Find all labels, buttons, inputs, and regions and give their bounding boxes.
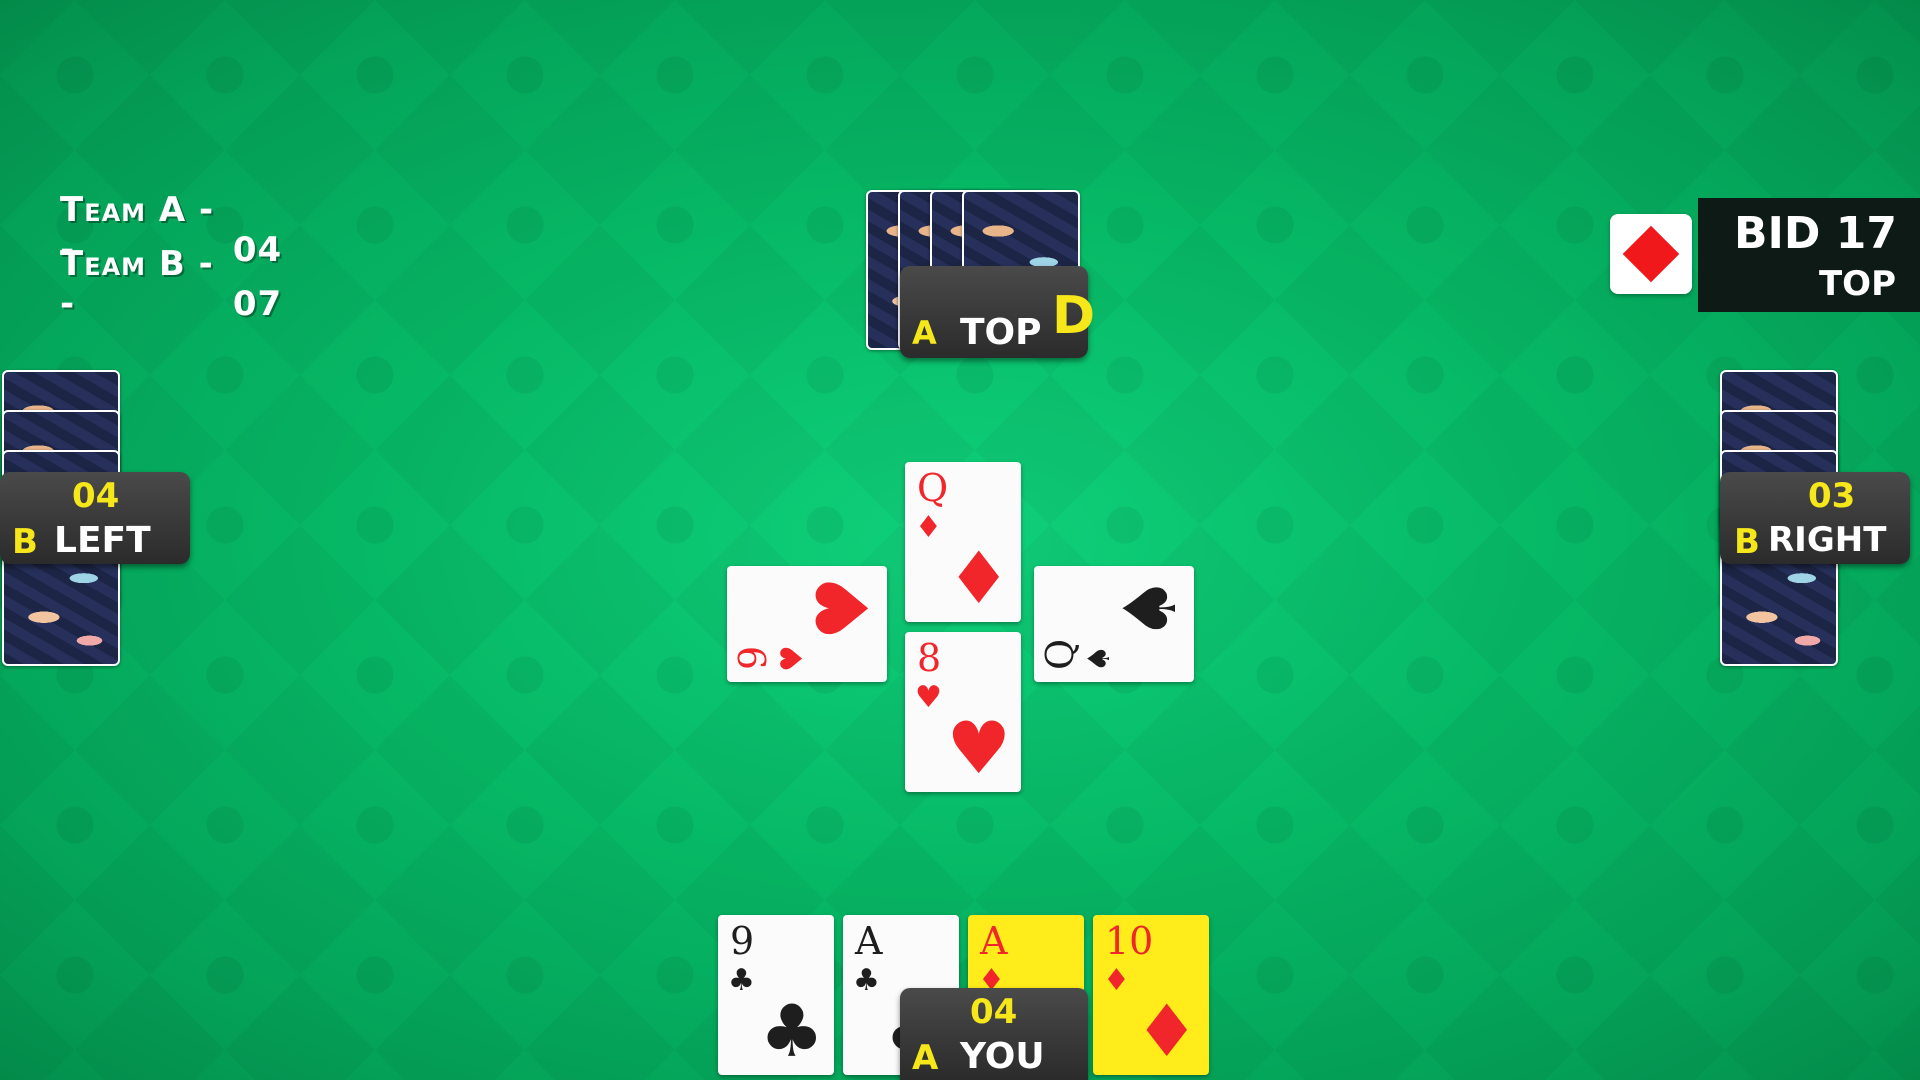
card-rank: 10 (1105, 919, 1154, 963)
spade-icon: ♠ (1082, 645, 1117, 672)
diamond-icon: ♦ (1134, 989, 1199, 1073)
hand-card-4[interactable]: 10 ♦ ♦ (1093, 915, 1209, 1075)
right-player-card-count: 03 (1808, 476, 1856, 516)
diamond-icon (1622, 225, 1680, 283)
card-rank: 9 (730, 919, 755, 963)
club-icon: ♣ (853, 963, 880, 998)
club-icon: ♣ (759, 989, 824, 1073)
bid-panel: BID 17 TOP (1698, 198, 1920, 312)
bid-text: BID 17 (1734, 208, 1897, 259)
card-rank: Q (1038, 638, 1082, 670)
card-rank: A (980, 919, 1008, 963)
team-b-label: Team B -- (60, 244, 214, 324)
you-name: YOU (960, 1036, 1045, 1077)
club-icon: ♣ (728, 963, 755, 998)
heart-icon: ♥ (946, 706, 1011, 790)
diamond-icon: ♦ (915, 510, 942, 545)
trump-suit-indicator (1610, 214, 1692, 294)
spade-icon: ♠ (1108, 576, 1192, 641)
right-player-name: RIGHT (1768, 520, 1887, 560)
heart-icon: ♥ (801, 576, 885, 641)
left-player-name: LEFT (54, 520, 151, 561)
dealer-badge: D (1052, 286, 1096, 346)
right-player-tag: 03 B RIGHT (1720, 472, 1910, 564)
team-b-score-row: Team B -- 07 (60, 244, 282, 324)
trick-card-right: Q ♠ ♠ (1034, 566, 1194, 682)
heart-icon: ♥ (775, 645, 810, 672)
diamond-icon: ♦ (946, 536, 1011, 620)
left-player-card-count: 04 (72, 476, 120, 516)
left-player-tag: 04 B LEFT (0, 472, 190, 564)
trick-card-bottom: 8 ♥ ♥ (905, 632, 1021, 792)
heart-icon: ♥ (915, 680, 942, 715)
card-rank: 9 (731, 645, 775, 670)
right-player-team: B (1734, 522, 1760, 562)
top-player-team: A (912, 314, 937, 352)
top-player-name: TOP (960, 312, 1042, 353)
trick-card-top: Q ♦ ♦ (905, 462, 1021, 622)
you-player-tag: 04 A YOU (900, 988, 1088, 1080)
diamond-icon: ♦ (1103, 963, 1130, 998)
you-team: A (912, 1038, 939, 1078)
bid-by: TOP (1818, 264, 1896, 304)
left-player-team: B (12, 522, 38, 562)
card-rank: 8 (917, 636, 942, 680)
card-rank: Q (917, 466, 949, 510)
you-card-count: 04 (970, 992, 1018, 1032)
card-rank: A (855, 919, 883, 963)
top-player-tag: A TOP D (900, 266, 1095, 358)
trick-card-left: 9 ♥ ♥ (727, 566, 887, 682)
team-b-score: 07 (232, 284, 283, 324)
hand-card-1[interactable]: 9 ♣ ♣ (718, 915, 834, 1075)
